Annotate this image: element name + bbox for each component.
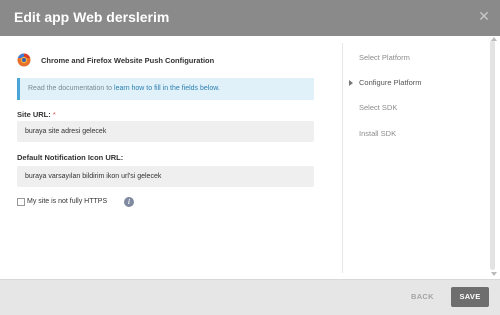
info-icon[interactable]: i [124,197,134,207]
site-url-value: buraya site adresi gelecek [25,128,107,135]
panel-divider [342,43,343,273]
info-prefix: Read the documentation to [28,85,115,92]
https-checkbox-label[interactable]: My site is not fully HTTPS [27,198,107,205]
icon-url-label: Default Notification Icon URL: [17,153,124,162]
caret-right-icon [349,80,353,86]
step-select-platform[interactable]: Select Platform [359,53,410,62]
icon-url-input[interactable]: buraya varsayılan bildirim ikon url'si g… [17,166,314,187]
chrome-firefox-icon [17,53,31,67]
scrollbar-thumb[interactable] [490,40,495,270]
required-marker: * [52,110,56,119]
back-button[interactable]: BACK [411,292,434,301]
documentation-link[interactable]: learn how to fill in the fields below. [114,85,220,92]
https-checkbox[interactable] [17,198,25,206]
dialog-title: Edit app Web derslerim [14,9,170,25]
configuration-heading: Chrome and Firefox Website Push Configur… [41,56,215,65]
scroll-down-icon[interactable] [491,272,497,276]
site-url-label: Site URL: * [17,110,56,119]
step-configure-platform[interactable]: Configure Platform [359,78,422,87]
site-url-input[interactable]: buraya site adresi gelecek [17,121,314,142]
step-install-sdk[interactable]: Install SDK [359,129,396,138]
scroll-up-icon[interactable] [491,37,497,41]
icon-url-value: buraya varsayılan bildirim ikon url'si g… [25,173,162,180]
documentation-info-text: Read the documentation to learn how to f… [28,85,220,92]
save-button[interactable]: SAVE [451,287,489,307]
close-icon[interactable]: ✕ [476,8,492,24]
site-url-label-text: Site URL: [17,110,51,119]
documentation-info-box: Read the documentation to learn how to f… [17,78,314,100]
step-select-sdk[interactable]: Select SDK [359,103,397,112]
